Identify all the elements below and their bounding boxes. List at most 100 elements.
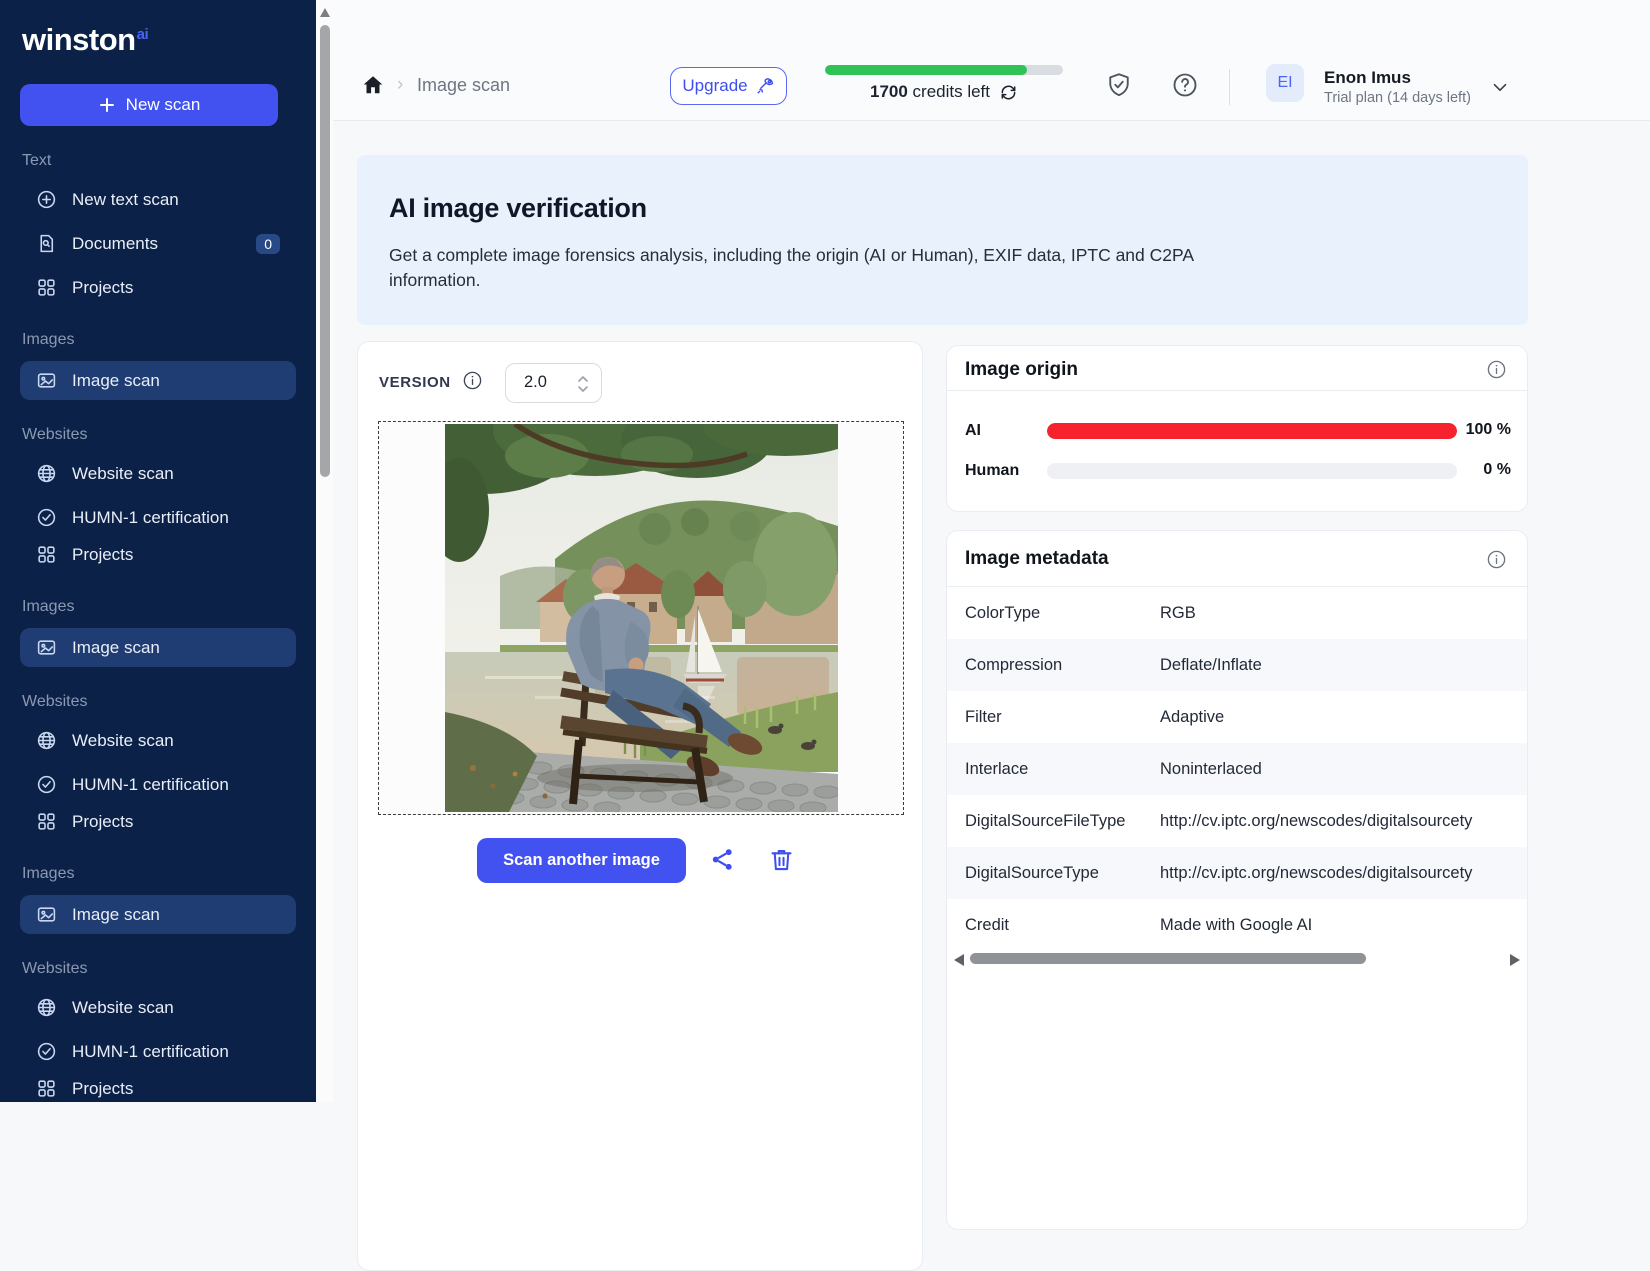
sidebar-item-website-scan[interactable]: Website scan bbox=[20, 723, 296, 758]
scroll-left-arrow-icon[interactable] bbox=[954, 954, 964, 966]
breadcrumb-chevron-icon: › bbox=[397, 74, 403, 96]
sidebar-section-websites: Websites Website scan HUMN-1 certificati… bbox=[0, 426, 316, 572]
sidebar-section-websites: Websites Website scan HUMN-1 certificati… bbox=[0, 960, 316, 1102]
table-row: Interlace Noninterlaced bbox=[947, 743, 1527, 795]
top-header: › Image scan Upgrade 1700 credits left E… bbox=[333, 0, 1650, 121]
table-row: DigitalSourceType http://cv.iptc.org/new… bbox=[947, 847, 1527, 899]
table-row: Credit Made with Google AI bbox=[947, 899, 1527, 951]
sidebar-section-images: Images Image scan bbox=[0, 598, 316, 667]
check-circle-icon bbox=[36, 774, 57, 795]
sidebar-item-image-scan[interactable]: Image scan bbox=[20, 361, 296, 400]
image-icon bbox=[36, 637, 57, 658]
refresh-icon[interactable] bbox=[999, 83, 1018, 102]
sidebar-section-images: Images Image scan bbox=[0, 865, 316, 934]
info-icon[interactable] bbox=[1486, 549, 1507, 570]
sidebar-item-projects[interactable]: Projects bbox=[20, 537, 296, 572]
credits-progress-fill bbox=[825, 65, 1027, 75]
sidebar-item-website-scan[interactable]: Website scan bbox=[20, 990, 296, 1025]
user-name: Enon Imus bbox=[1324, 68, 1411, 88]
version-select[interactable]: 2.0 bbox=[505, 363, 602, 403]
share-icon[interactable] bbox=[709, 846, 736, 873]
sidebar-item-new-text-scan[interactable]: New text scan bbox=[20, 182, 296, 217]
globe-icon bbox=[36, 463, 57, 484]
home-icon[interactable] bbox=[361, 73, 385, 97]
scanned-image bbox=[445, 424, 838, 812]
image-metadata-title: Image metadata bbox=[965, 548, 1109, 570]
sidebar-item-image-scan[interactable]: Image scan bbox=[20, 628, 296, 667]
sidebar-item-projects[interactable]: Projects bbox=[20, 804, 296, 839]
origin-ai-bar bbox=[1047, 423, 1457, 439]
origin-human-value: 0 % bbox=[1447, 461, 1511, 479]
info-banner: AI image verification Get a complete ima… bbox=[357, 155, 1528, 325]
sidebar-item-projects[interactable]: Projects bbox=[20, 270, 296, 305]
grid-icon bbox=[36, 811, 57, 832]
origin-human-bar bbox=[1047, 463, 1457, 479]
divider bbox=[947, 390, 1527, 391]
table-row: Filter Adaptive bbox=[947, 691, 1527, 743]
grid-icon bbox=[36, 277, 57, 298]
sidebar-item-image-scan[interactable]: Image scan bbox=[20, 895, 296, 934]
header-divider bbox=[1229, 69, 1230, 105]
sidebar-section-text: Text New text scan Documents 0 Projects bbox=[0, 152, 316, 305]
document-icon bbox=[36, 233, 57, 254]
info-icon[interactable] bbox=[1486, 359, 1507, 380]
breadcrumb: Image scan bbox=[417, 75, 510, 96]
rocket-icon bbox=[755, 76, 775, 96]
upgrade-button[interactable]: Upgrade bbox=[670, 67, 787, 105]
help-icon[interactable] bbox=[1171, 71, 1199, 99]
credits-progress-track bbox=[825, 65, 1063, 75]
plus-circle-icon bbox=[36, 189, 57, 210]
sidebar-section-websites: Websites Website scan HUMN-1 certificati… bbox=[0, 693, 316, 839]
vertical-scrollbar-thumb[interactable] bbox=[320, 25, 330, 477]
new-scan-button[interactable]: New scan bbox=[20, 84, 278, 126]
avatar[interactable]: EI bbox=[1266, 64, 1304, 102]
scroll-up-arrow-icon[interactable] bbox=[320, 8, 330, 17]
image-icon bbox=[36, 370, 57, 391]
image-origin-title: Image origin bbox=[965, 359, 1078, 381]
grid-icon bbox=[36, 544, 57, 565]
chevron-down-icon[interactable] bbox=[1489, 76, 1511, 98]
sidebar-item-humn1-certification[interactable]: HUMN-1 certification bbox=[20, 1034, 296, 1069]
credits-label: 1700 credits left bbox=[825, 82, 1063, 102]
sidebar-item-humn1-certification[interactable]: HUMN-1 certification bbox=[20, 767, 296, 802]
select-chevrons-icon bbox=[576, 372, 590, 396]
content-area: AI image verification Get a complete ima… bbox=[333, 121, 1650, 1102]
brand-logo: winstonai bbox=[22, 22, 316, 58]
sidebar-item-humn1-certification[interactable]: HUMN-1 certification bbox=[20, 500, 296, 535]
image-icon bbox=[36, 904, 57, 925]
globe-icon bbox=[36, 997, 57, 1018]
page-title: AI image verification bbox=[389, 193, 647, 224]
sidebar: winstonai New scan Text New text scan Do… bbox=[0, 0, 316, 1102]
metadata-table: ColorType RGB Compression Deflate/Inflat… bbox=[947, 587, 1527, 951]
sidebar-section-images: Images Image scan bbox=[0, 331, 316, 400]
credits-meter: 1700 credits left bbox=[825, 65, 1063, 102]
table-row: DigitalSourceFileType http://cv.iptc.org… bbox=[947, 795, 1527, 847]
horizontal-scrollbar[interactable] bbox=[947, 951, 1527, 969]
globe-icon bbox=[36, 730, 57, 751]
user-plan: Trial plan (14 days left) bbox=[1324, 90, 1471, 106]
scroll-right-arrow-icon[interactable] bbox=[1510, 954, 1520, 966]
plus-icon bbox=[98, 96, 116, 114]
grid-icon bbox=[36, 1078, 57, 1099]
page-description: Get a complete image forensics analysis,… bbox=[389, 243, 1219, 294]
sidebar-item-documents[interactable]: Documents 0 bbox=[20, 226, 296, 261]
origin-ai-value: 100 % bbox=[1447, 421, 1511, 439]
scan-card: VERSION 2.0 bbox=[357, 341, 923, 1271]
table-row: ColorType RGB bbox=[947, 587, 1527, 639]
table-row: Compression Deflate/Inflate bbox=[947, 639, 1527, 691]
image-origin-card: Image origin AI 100 % Human 0 % bbox=[946, 345, 1528, 512]
horizontal-scrollbar-thumb[interactable] bbox=[970, 953, 1366, 964]
trash-icon[interactable] bbox=[768, 846, 795, 873]
scan-another-image-button[interactable]: Scan another image bbox=[477, 838, 686, 883]
documents-count-badge: 0 bbox=[256, 234, 280, 254]
image-metadata-card: Image metadata ColorType RGB Compression… bbox=[946, 530, 1528, 1230]
sidebar-item-website-scan[interactable]: Website scan bbox=[20, 456, 296, 491]
info-icon[interactable] bbox=[462, 370, 483, 391]
origin-ai-label: AI bbox=[965, 422, 981, 440]
version-label: VERSION bbox=[379, 374, 451, 391]
check-circle-icon bbox=[36, 507, 57, 528]
check-circle-icon bbox=[36, 1041, 57, 1062]
image-dropzone bbox=[378, 421, 904, 815]
shield-check-icon[interactable] bbox=[1105, 71, 1133, 99]
sidebar-item-projects[interactable]: Projects bbox=[20, 1071, 296, 1102]
